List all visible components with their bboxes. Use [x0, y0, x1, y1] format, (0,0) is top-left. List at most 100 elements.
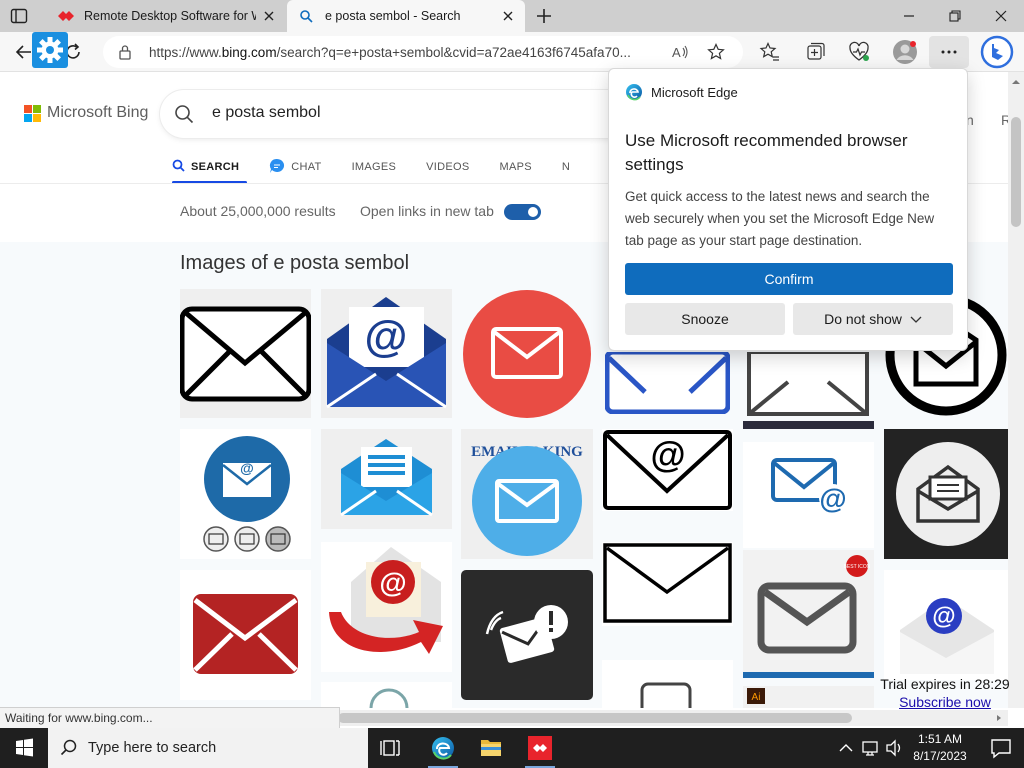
- address-bar[interactable]: https://www.bing.com/search?q=e+posta+se…: [103, 36, 743, 68]
- scope-news-partial[interactable]: N: [562, 152, 570, 182]
- confirm-button[interactable]: Confirm: [625, 263, 953, 295]
- images-section-heading[interactable]: Images of e posta sembol: [180, 252, 409, 275]
- tab-label: Remote Desktop Software for W: [84, 9, 256, 23]
- svg-text:@: @: [819, 483, 846, 514]
- close-window-button[interactable]: [978, 0, 1024, 32]
- image-result-dark-open-envelope[interactable]: [884, 429, 1008, 559]
- scope-search[interactable]: SEARCH: [172, 152, 248, 184]
- scope-label: VIDEOS: [426, 161, 470, 173]
- windows-start-icon[interactable]: [0, 728, 48, 768]
- microsoft-logo-icon: [24, 104, 41, 122]
- scope-maps[interactable]: MAPS: [500, 152, 532, 182]
- scope-label: N: [561, 161, 571, 173]
- scope-videos[interactable]: VIDEOS: [426, 152, 469, 182]
- task-view-icon[interactable]: [368, 728, 414, 768]
- browser-tab-bar: Remote Desktop Software for W e posta se…: [0, 0, 1024, 32]
- add-favorite-star-icon[interactable]: [707, 43, 725, 66]
- profile-avatar[interactable]: [892, 39, 918, 65]
- snooze-button[interactable]: Snooze: [625, 303, 785, 335]
- chevron-down-icon: [902, 311, 922, 327]
- collections-icon[interactable]: [804, 41, 826, 63]
- do-not-show-label: Do not show: [824, 311, 902, 327]
- search-icon[interactable]: [174, 104, 194, 129]
- browser-essentials-icon[interactable]: [848, 41, 870, 63]
- new-tab-plus-icon[interactable]: [534, 6, 554, 26]
- tab-actions-icon[interactable]: [10, 7, 28, 25]
- best-icon-badge-text: BEST ICON: [844, 564, 871, 570]
- volume-icon[interactable]: [884, 728, 904, 768]
- subscribe-now-link[interactable]: Subscribe now: [870, 694, 1020, 710]
- horizontal-scroll-thumb[interactable]: [338, 713, 852, 723]
- image-result-red-circle-envelope[interactable]: [461, 289, 593, 419]
- close-tab-icon[interactable]: [501, 9, 515, 23]
- settings-and-more-button[interactable]: [929, 36, 969, 68]
- image-result-blue-envelope-at-small[interactable]: @: [743, 442, 874, 548]
- image-result-gray-envelope-partial[interactable]: [743, 352, 874, 429]
- trial-notice: Trial expires in 28:29 Subscribe now: [870, 676, 1020, 710]
- bing-search-box[interactable]: e posta sembol: [160, 90, 680, 138]
- svg-text:@: @: [650, 434, 685, 475]
- read-aloud-icon[interactable]: A: [671, 43, 689, 66]
- image-result-white-envelope-outline[interactable]: [602, 542, 733, 626]
- trial-expires-text: Trial expires in 28:29: [880, 676, 1010, 692]
- favorites-icon[interactable]: [759, 41, 781, 63]
- bing-logo[interactable]: Microsoft Bing: [24, 104, 148, 122]
- svg-text:@: @: [240, 460, 254, 476]
- chat-bubble-icon: [269, 158, 285, 177]
- remote-desktop-gear-icon[interactable]: [32, 32, 68, 68]
- search-scopes: SEARCH CHAT IMAGES VIDEOS MAPS N: [172, 152, 600, 184]
- browser-toolbar: https://www.bing.com/search?q=e+posta+se…: [0, 32, 1024, 72]
- rewards-partial[interactable]: R: [1001, 112, 1008, 128]
- scope-label: MAPS: [499, 161, 532, 173]
- image-result-red-envelope[interactable]: [180, 570, 311, 700]
- scope-chat[interactable]: CHAT: [269, 152, 321, 182]
- image-result-red-arrow-at-envelope[interactable]: @: [321, 542, 452, 672]
- network-icon[interactable]: [860, 728, 882, 768]
- scope-images[interactable]: IMAGES: [352, 152, 397, 182]
- image-result-email-is-king[interactable]: EMAIL IS KING: [461, 429, 593, 559]
- taskbar-search-box[interactable]: Type here to search: [48, 728, 368, 768]
- minimize-button[interactable]: [886, 0, 932, 32]
- svg-text:@: @: [365, 312, 408, 361]
- vertical-scrollbar[interactable]: [1008, 72, 1024, 708]
- close-tab-icon[interactable]: [262, 9, 276, 23]
- taskbar-clock[interactable]: 1:51 AM 8/17/2023: [904, 731, 976, 765]
- tab-remote-desktop[interactable]: Remote Desktop Software for W: [46, 0, 286, 32]
- search-query[interactable]: e posta sembol: [212, 104, 321, 122]
- image-result-partial-circle[interactable]: [321, 682, 452, 708]
- notification-center-icon[interactable]: [978, 728, 1024, 768]
- image-result-gray-envelope-best-icon[interactable]: BEST ICON: [743, 550, 874, 678]
- clock-time: 1:51 AM: [917, 732, 963, 746]
- image-result-partial-ai-icon[interactable]: Ai: [743, 686, 874, 708]
- url-domain: bing.com: [221, 45, 277, 60]
- image-result-partial-envelope[interactable]: [602, 660, 733, 708]
- lock-icon[interactable]: [118, 44, 132, 65]
- edge-logo-icon: [625, 83, 643, 106]
- restore-button[interactable]: [932, 0, 978, 32]
- do-not-show-dropdown[interactable]: Do not show: [793, 303, 953, 335]
- url-path: /search?q=e+posta+sembol&cvid=a72ae4163f…: [276, 45, 631, 60]
- status-text: Waiting for www.bing.com...: [5, 711, 153, 725]
- edge-settings-popup: Microsoft Edge Use Microsoft recommended…: [608, 68, 968, 351]
- vertical-scroll-thumb[interactable]: [1011, 117, 1021, 227]
- bing-brand-text: Microsoft Bing: [47, 104, 149, 121]
- image-result-blue-open-at-envelope[interactable]: @: [321, 289, 452, 418]
- file-explorer-icon[interactable]: [468, 728, 514, 768]
- image-result-blue-circle-envelope-set[interactable]: @: [180, 429, 311, 559]
- show-hidden-icons-chevron-icon[interactable]: [836, 728, 856, 768]
- search-icon: [299, 9, 315, 23]
- image-result-blue-at-envelope-3d[interactable]: @: [884, 570, 1008, 680]
- remote-desktop-taskbar-icon[interactable]: [517, 728, 563, 768]
- image-result-black-envelope[interactable]: [180, 289, 311, 418]
- edge-taskbar-icon[interactable]: [420, 728, 466, 768]
- image-result-blue-envelope-partial[interactable]: [605, 352, 730, 414]
- image-result-at-envelope-outline[interactable]: @: [602, 429, 733, 511]
- open-links-new-tab-toggle[interactable]: [504, 204, 541, 220]
- image-result-blue-letter-envelope[interactable]: [321, 429, 452, 529]
- url-text[interactable]: https://www.bing.com/search?q=e+posta+se…: [149, 45, 657, 60]
- bing-chat-icon[interactable]: [980, 35, 1014, 69]
- tab-bing-search[interactable]: e posta sembol - Search: [287, 0, 525, 32]
- windows-taskbar: Type here to search 1:51 AM 8/17/2023: [0, 728, 1024, 768]
- back-arrow-icon[interactable]: [14, 42, 34, 62]
- image-result-envelope-alert[interactable]: [461, 570, 593, 700]
